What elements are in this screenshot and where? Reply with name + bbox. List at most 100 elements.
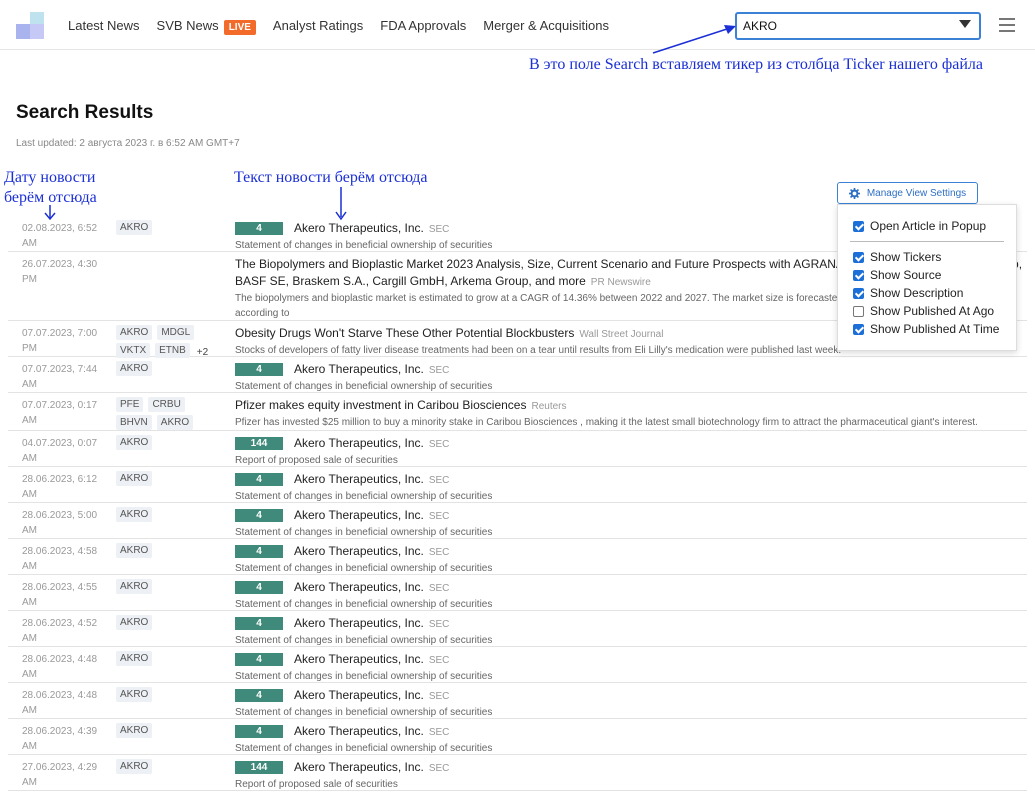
ticker-tag[interactable]: BHVN: [116, 415, 152, 430]
result-row[interactable]: 28.06.2023, 4:52 AM AKRO 4 Akero Therapeutic…: [8, 611, 1027, 647]
article-content[interactable]: 4 Akero Therapeutics, Inc. SEC Statement of…: [235, 651, 1025, 684]
search-input[interactable]: [743, 18, 943, 34]
ticker-list: AKRO: [116, 435, 226, 453]
ticker-tag[interactable]: AKRO: [116, 723, 153, 738]
article-headline[interactable]: Obesity Drugs Won't Starve These Other P…: [235, 326, 574, 340]
ticker-list: AKRO: [116, 579, 226, 597]
article-headline[interactable]: Akero Therapeutics, Inc.: [294, 688, 424, 702]
form-type-badge: 4: [235, 689, 283, 702]
nav-svb-news[interactable]: SVB News LIVE: [157, 18, 256, 35]
article-headline[interactable]: Akero Therapeutics, Inc.: [294, 436, 424, 450]
nav-fda-approvals[interactable]: FDA Approvals: [380, 18, 466, 34]
checkbox-checked[interactable]: [853, 323, 864, 335]
ticker-tag[interactable]: AKRO: [116, 615, 153, 630]
article-content[interactable]: 4 Akero Therapeutics, Inc. SEC Statement of…: [235, 507, 1025, 540]
published-date: 07.07.2023, 7:44 AM: [22, 362, 108, 392]
article-headline-line: 4 Akero Therapeutics, Inc. SEC: [235, 579, 1025, 597]
ticker-tag[interactable]: AKRO: [116, 759, 153, 774]
open-article-popup-option[interactable]: Open Article in Popup: [853, 219, 986, 233]
show-description-option[interactable]: Show Description: [853, 286, 963, 300]
last-updated: Last updated: 2 августа 2023 г. в 6:52 A…: [16, 138, 240, 149]
article-content[interactable]: Pfizer makes equity investment in Caribo…: [235, 397, 1025, 430]
nav-analyst-ratings[interactable]: Analyst Ratings: [273, 18, 363, 34]
article-headline[interactable]: Akero Therapeutics, Inc.: [294, 221, 424, 235]
show-published-ago-option[interactable]: Show Published At Ago: [853, 304, 994, 318]
article-headline[interactable]: Akero Therapeutics, Inc.: [294, 760, 424, 774]
article-headline[interactable]: Akero Therapeutics, Inc.: [294, 472, 424, 486]
checkbox-checked[interactable]: [853, 269, 864, 281]
ticker-tag[interactable]: AKRO: [156, 415, 194, 430]
ticker-tag[interactable]: VKTX: [116, 343, 151, 358]
checkbox-unchecked[interactable]: [853, 305, 864, 317]
search-select[interactable]: [735, 12, 981, 40]
checkbox-checked[interactable]: [853, 220, 864, 232]
ticker-tag[interactable]: AKRO: [116, 543, 153, 558]
article-content[interactable]: 4 Akero Therapeutics, Inc. SEC Statement of…: [235, 361, 1025, 394]
show-source-option[interactable]: Show Source: [853, 268, 941, 282]
result-row[interactable]: 27.06.2023, 4:29 AM AKRO 144 Akero Therapeut…: [8, 755, 1027, 791]
result-row[interactable]: 28.06.2023, 6:12 AM AKRO 4 Akero Therapeutic…: [8, 467, 1027, 503]
article-headline[interactable]: Akero Therapeutics, Inc.: [294, 544, 424, 558]
article-headline[interactable]: Akero Therapeutics, Inc.: [294, 616, 424, 630]
nav-merger-acquisitions[interactable]: Merger & Acquisitions: [483, 18, 609, 34]
checkbox-checked[interactable]: [853, 287, 864, 299]
ticker-list: AKRO: [116, 615, 226, 633]
hamburger-menu-icon[interactable]: [999, 18, 1015, 32]
result-row[interactable]: 28.06.2023, 4:58 AM AKRO 4 Akero Therapeutic…: [8, 539, 1027, 575]
show-tickers-option[interactable]: Show Tickers: [853, 250, 941, 264]
article-headline[interactable]: Akero Therapeutics, Inc.: [294, 724, 424, 738]
article-content[interactable]: 4 Akero Therapeutics, Inc. SEC Statement of…: [235, 543, 1025, 576]
ticker-tag[interactable]: AKRO: [116, 471, 153, 486]
ticker-tag[interactable]: ETNB: [155, 343, 190, 358]
ticker-tag[interactable]: PFE: [116, 397, 144, 412]
article-headline-line: 4 Akero Therapeutics, Inc. SEC: [235, 651, 1025, 669]
checkbox-checked[interactable]: [853, 251, 864, 263]
ticker-tag[interactable]: MDGL: [157, 325, 195, 340]
result-row[interactable]: 04.07.2023, 0:07 AM AKRO 144 Akero Therapeut…: [8, 431, 1027, 467]
caret-down-icon[interactable]: [959, 20, 971, 28]
article-content[interactable]: 144 Akero Therapeutics, Inc. SEC Report of …: [235, 435, 1025, 468]
ticker-tag[interactable]: AKRO: [116, 325, 153, 340]
article-content[interactable]: 4 Akero Therapeutics, Inc. SEC Statement of…: [235, 579, 1025, 612]
article-headline[interactable]: Akero Therapeutics, Inc.: [294, 580, 424, 594]
article-content[interactable]: 4 Akero Therapeutics, Inc. SEC Statement of…: [235, 687, 1025, 720]
ticker-tag[interactable]: AKRO: [116, 507, 153, 522]
ticker-tag[interactable]: AKRO: [116, 651, 153, 666]
article-content[interactable]: 4 Akero Therapeutics, Inc. SEC Statement of…: [235, 615, 1025, 648]
article-content[interactable]: 144 Akero Therapeutics, Inc. SEC Report of …: [235, 759, 1025, 792]
article-headline-line: Pfizer makes equity investment in Caribo…: [235, 397, 1025, 415]
ticker-tag[interactable]: AKRO: [116, 579, 153, 594]
published-date-meridiem: AM: [22, 525, 37, 536]
ticker-tag[interactable]: AKRO: [116, 220, 153, 235]
article-headline[interactable]: Akero Therapeutics, Inc.: [294, 652, 424, 666]
published-date-meridiem: AM: [22, 669, 37, 680]
article-headline[interactable]: Akero Therapeutics, Inc.: [294, 508, 424, 522]
article-source: SEC: [428, 727, 450, 738]
article-headline[interactable]: Pfizer makes equity investment in Caribo…: [235, 398, 526, 412]
ticker-tag[interactable]: AKRO: [116, 435, 153, 450]
result-row[interactable]: 07.07.2023, 7:44 AM AKRO 4 Akero Therapeutic…: [8, 357, 1027, 393]
ticker-list: AKRO: [116, 723, 226, 741]
result-row[interactable]: 28.06.2023, 5:00 AM AKRO 4 Akero Therapeutic…: [8, 503, 1027, 539]
result-row[interactable]: 28.06.2023, 4:48 AM AKRO 4 Akero Therapeutic…: [8, 683, 1027, 719]
logo[interactable]: [16, 12, 44, 39]
result-row[interactable]: 28.06.2023, 4:55 AM AKRO 4 Akero Therapeutic…: [8, 575, 1027, 611]
manage-view-settings-button[interactable]: Manage View Settings: [837, 182, 978, 204]
result-row[interactable]: 28.06.2023, 4:48 AM AKRO 4 Akero Therapeutic…: [8, 647, 1027, 683]
article-content[interactable]: 4 Akero Therapeutics, Inc. SEC Statement of…: [235, 723, 1025, 756]
ticker-tag[interactable]: CRBU: [148, 397, 185, 412]
main-nav: Latest News SVB News LIVE Analyst Ratings…: [68, 17, 626, 35]
article-headline-line: 4 Akero Therapeutics, Inc. SEC: [235, 687, 1025, 705]
ticker-tag[interactable]: AKRO: [116, 361, 153, 376]
published-date-main: 07.07.2023, 7:44: [22, 364, 98, 375]
ticker-tag[interactable]: AKRO: [116, 687, 153, 702]
nav-latest-news[interactable]: Latest News: [68, 18, 140, 34]
gear-icon: [848, 187, 860, 199]
result-row[interactable]: 07.07.2023, 0:17 AM PFE CRBU BHVN AKRO Pfizer …: [8, 393, 1027, 431]
result-row[interactable]: 28.06.2023, 4:39 AM AKRO 4 Akero Therapeutic…: [8, 719, 1027, 755]
article-content[interactable]: 4 Akero Therapeutics, Inc. SEC Statement of…: [235, 471, 1025, 504]
article-headline[interactable]: Akero Therapeutics, Inc.: [294, 362, 424, 376]
form-type-badge: 144: [235, 437, 283, 450]
option-label: Show Published At Ago: [870, 304, 995, 318]
show-published-time-option[interactable]: Show Published At Time: [853, 322, 999, 336]
